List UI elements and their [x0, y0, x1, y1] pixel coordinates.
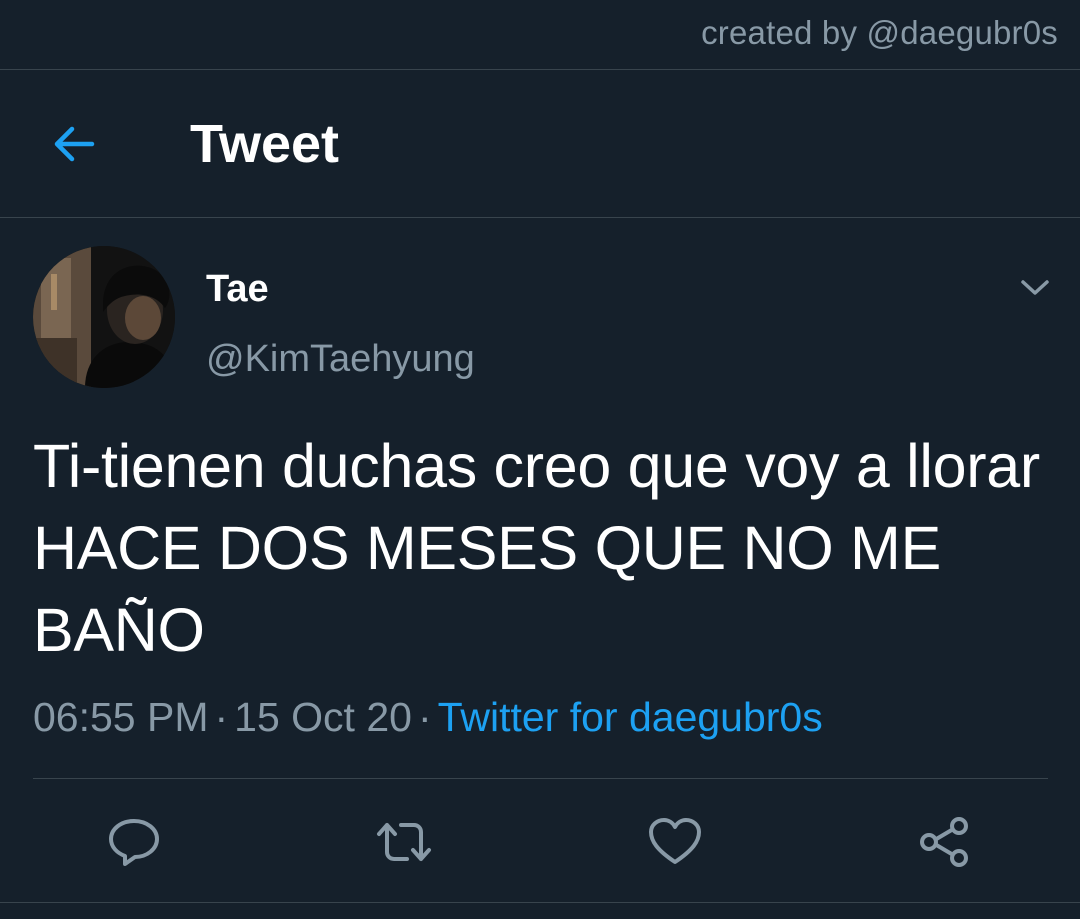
tweet-date: 15 Oct 20: [234, 694, 412, 740]
app-header: Tweet: [0, 70, 1080, 218]
share-icon: [920, 817, 968, 867]
chevron-down-icon: [1021, 280, 1049, 295]
watermark-text: created by @daegubr0s: [701, 14, 1058, 51]
divider: [0, 902, 1080, 903]
reply-button[interactable]: [104, 812, 164, 872]
profile-photo: [33, 246, 175, 388]
heart-icon: [649, 818, 701, 864]
separator-dot: ·: [214, 694, 229, 740]
retweet-icon: [377, 823, 431, 861]
divider: [33, 778, 1048, 779]
avatar[interactable]: [33, 246, 175, 388]
author-handle[interactable]: @KimTaehyung: [206, 338, 475, 381]
arrow-left-icon: [54, 126, 95, 162]
watermark-bar: created by @daegubr0s: [0, 0, 1080, 70]
author-name[interactable]: Tae: [206, 268, 269, 311]
tweet-text: Ti-tienen duchas creo que voy a llorar H…: [33, 432, 1040, 664]
tweet-source-link[interactable]: Twitter for daegubr0s: [438, 694, 823, 740]
back-button[interactable]: [42, 112, 106, 176]
tweet-detail-screen: created by @daegubr0s Tweet Tae @KimTaeh…: [0, 0, 1080, 919]
separator-dot: ·: [417, 694, 432, 740]
page-title: Tweet: [190, 114, 340, 174]
comment-icon: [109, 819, 159, 866]
retweet-button[interactable]: [374, 812, 434, 872]
like-button[interactable]: [645, 812, 705, 872]
tweet-options-button[interactable]: [1010, 268, 1060, 308]
tweet-time: 06:55 PM: [33, 694, 209, 740]
share-button[interactable]: [915, 812, 975, 872]
tweet-metadata: 06:55 PM · 15 Oct 20 · Twitter for daegubr0s: [33, 694, 823, 741]
